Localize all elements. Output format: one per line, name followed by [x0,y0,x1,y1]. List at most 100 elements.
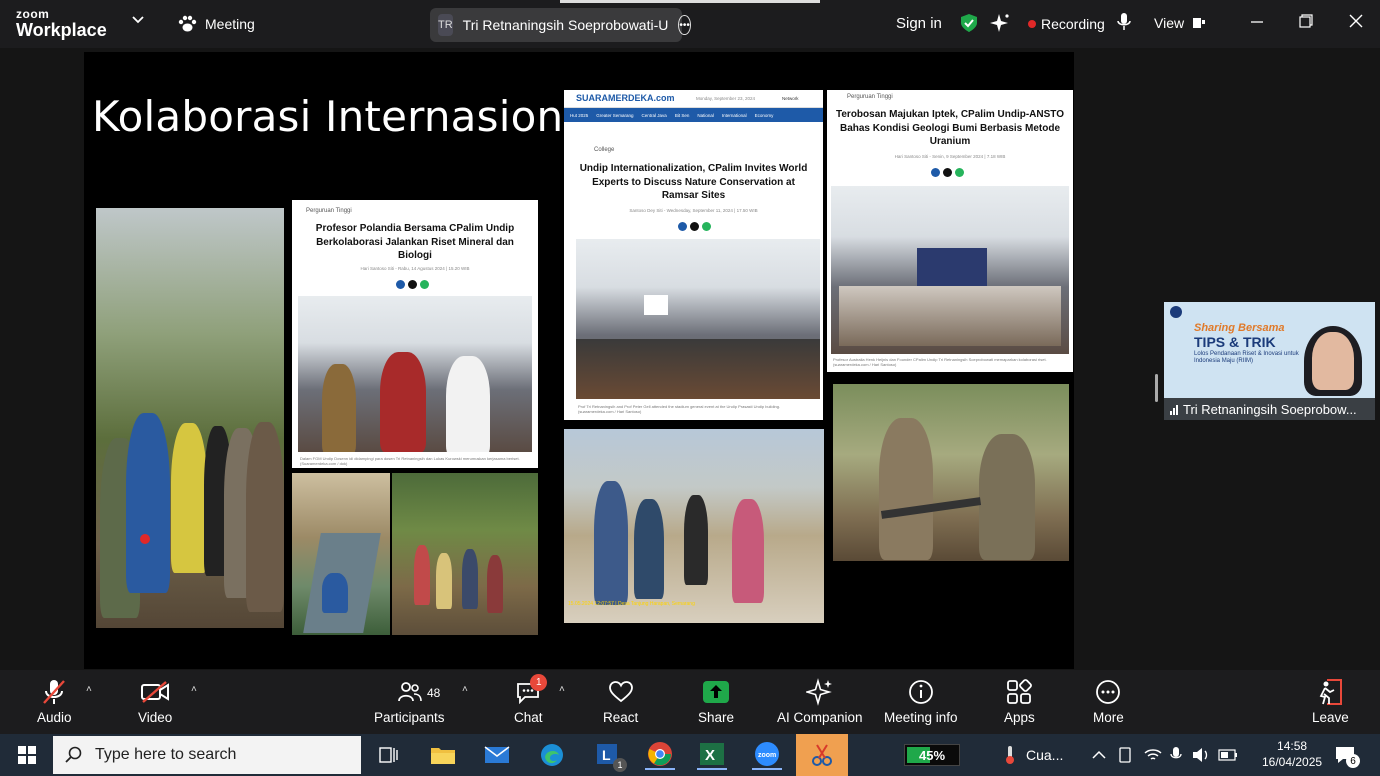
recording-indicator[interactable]: Recording [1028,16,1105,32]
notifications-icon[interactable]: 6 [1334,734,1360,776]
sign-in-link[interactable]: Sign in [896,15,942,32]
file-explorer-icon[interactable] [428,740,458,770]
card2-network: Network [782,96,799,101]
cursor-marker-icon [140,534,150,544]
participant-video-tile[interactable]: Sharing Bersama TIPS & TRIK Lolos Pendan… [1164,302,1375,420]
thermometer-icon [1006,746,1014,764]
meeting-info-button[interactable]: Meeting info [884,678,958,725]
participant-name-bar: Tri Retnaningsih Soeprobow... [1164,398,1375,420]
lync-badge: 1 [613,758,627,772]
react-label: React [603,710,639,725]
snipping-tool-icon[interactable] [796,734,848,776]
battery-indicator[interactable]: 45% [904,744,960,766]
restore-window-icon[interactable] [1299,14,1313,28]
card3-share-icons [931,168,964,177]
more-button[interactable]: More [1093,678,1124,725]
meeting-button[interactable]: Meeting [177,15,255,33]
card2-category: College [594,147,615,153]
card2-date: Monday, September 23, 2024 [696,96,755,101]
panel-resize-handle[interactable] [1155,374,1158,402]
more-options-icon[interactable]: ••• [678,15,691,35]
zoom-app-icon[interactable]: zoom [752,740,782,770]
card2-nav-item: International [721,112,747,118]
apps-label: Apps [1004,710,1035,725]
card1-headline: Profesor Polandia Bersama CPalim Undip B… [315,223,515,261]
recording-dot-icon [1028,20,1036,28]
video-button[interactable]: Video [138,678,172,725]
view-menu-button[interactable]: View [1154,15,1206,31]
card3-photo [831,186,1069,354]
card2-share-icons [678,222,711,231]
svg-text:X: X [705,747,715,764]
chat-icon: 1 [515,674,548,706]
shared-slide: Kolaborasi Internasional Perguruan Tingg… [84,52,1074,669]
microphone-icon[interactable] [1116,12,1132,32]
search-icon [65,746,82,763]
close-window-icon[interactable] [1349,14,1363,28]
news-card-polandia: Perguruan Tinggi Profesor Polandia Bersa… [292,200,538,468]
photo-two-researchers [833,384,1069,561]
institution-logo-icon [1170,306,1182,318]
ai-companion-button[interactable]: AI Companion [777,678,863,725]
video-label: Video [138,710,173,725]
windows-start-icon[interactable] [12,740,42,770]
device-icon[interactable] [1118,734,1132,776]
show-hidden-icons-chevron-icon[interactable] [1092,734,1106,776]
taskbar-clock[interactable]: 14:58 16/04/2025 [1262,738,1322,770]
excel-icon[interactable]: X [697,740,727,770]
card2-nav: Hut 2025 Greater Semarang Central Java B… [564,108,823,122]
edge-browser-icon[interactable] [537,740,567,770]
volume-icon[interactable] [1192,734,1210,776]
photo-beach-fieldwork: 15.05.2024 12:07:57 | Desa Tanjung Harap… [564,429,824,623]
chat-label: Chat [514,710,543,725]
brand-line-1: zoom [16,7,50,21]
task-view-icon[interactable] [373,740,403,770]
app-menu-chevron-icon[interactable] [132,16,144,24]
zoom-logo: zoom Workplace [16,8,107,39]
chrome-browser-icon[interactable] [645,740,675,770]
ai-sparkle-icon[interactable] [990,13,1010,33]
taskbar-search-box[interactable]: Type here to search [53,736,361,774]
view-layout-icon [1193,18,1206,28]
shield-check-icon[interactable] [960,13,978,33]
lync-app-icon[interactable]: L 1 [593,740,627,772]
card1-photo [298,296,532,452]
banner-line-1: Sharing Bersama [1194,322,1285,334]
audio-button[interactable]: Audio [37,678,72,725]
share-button[interactable]: Share [698,678,734,725]
apps-button[interactable]: Apps [1004,678,1035,725]
svg-text:L: L [602,747,611,763]
apps-icon [1006,678,1033,706]
photo-forest-team [96,208,284,628]
meeting-top-bar: zoom Workplace Meeting TR Tri Retnanings… [0,0,1380,48]
slide-title: Kolaborasi Internasional [92,92,602,141]
card2-nav-item: Bit Sen [674,112,690,118]
chat-button[interactable]: 1 Chat [514,674,548,725]
active-speaker-pill[interactable]: TR Tri Retnaningsih Soeprobowati-U ••• [430,8,691,42]
mail-icon[interactable] [482,740,512,770]
news-card-undip-international: SUARAMERDEKA.com Monday, September 23, 2… [564,90,823,420]
participants-count: 48 [427,686,441,700]
beach-photo-timestamp: 15.05.2024 12:07:57 | Desa Tanjung Harap… [568,601,695,607]
participants-options-chevron-icon[interactable]: ˄ [462,684,468,695]
meeting-stage: Kolaborasi Internasional Perguruan Tingg… [0,48,1380,670]
chat-options-chevron-icon[interactable]: ˄ [559,684,565,695]
card2-nav-item: National [697,112,714,118]
video-options-chevron-icon[interactable]: ˄ [191,684,197,695]
wifi-icon[interactable] [1144,734,1162,776]
card3-meta: Hari Santoso Siti - Senin, 9 September 2… [894,154,1006,159]
banner-line-3: Lolos Pendanaan Riset & Inovasi untuk In… [1194,351,1299,365]
more-label: More [1093,710,1124,725]
react-button[interactable]: React [603,678,638,725]
leave-button[interactable]: Leave [1312,678,1349,725]
minimize-window-icon[interactable] [1250,14,1264,28]
ai-companion-label: AI Companion [777,710,863,725]
participant-name: Tri Retnaningsih Soeprobow... [1183,401,1357,417]
clock-date: 16/04/2025 [1262,755,1323,770]
tray-battery-icon[interactable] [1218,734,1238,776]
audio-options-chevron-icon[interactable]: ˄ [86,684,92,695]
tray-microphone-icon[interactable] [1170,734,1182,776]
microphone-muted-icon [41,678,67,706]
weather-widget[interactable]: Cua... [1004,734,1063,776]
audio-label: Audio [37,710,72,725]
